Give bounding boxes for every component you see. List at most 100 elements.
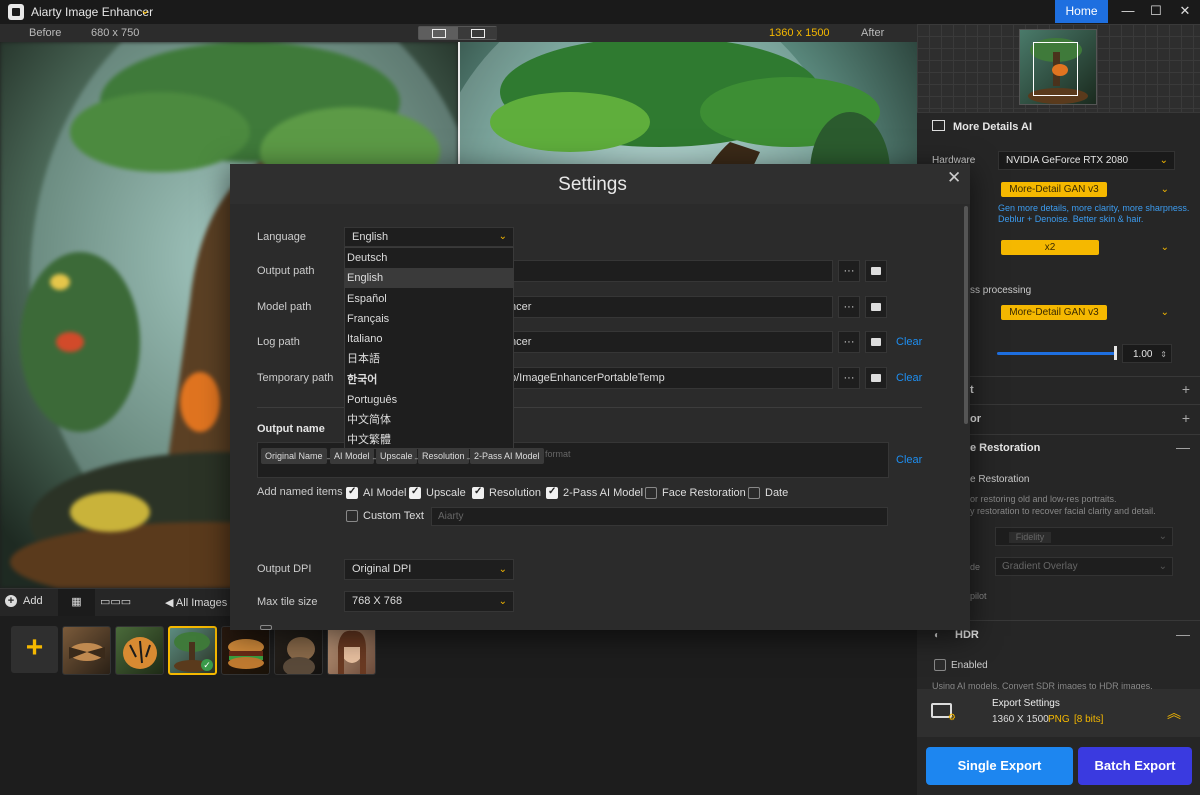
partial-checkbox[interactable] bbox=[260, 625, 272, 630]
chevron-down-icon: ⌄ bbox=[1160, 307, 1169, 318]
language-option-chinese-traditional[interactable]: 中文繁體 bbox=[345, 430, 513, 450]
language-option-english[interactable]: English bbox=[345, 268, 513, 288]
resolution-checkbox[interactable] bbox=[472, 486, 484, 499]
mode-select[interactable]: Gradient Overlay ⌄ bbox=[995, 557, 1173, 576]
token-upscale[interactable]: Upscale bbox=[376, 448, 417, 464]
language-option-italiano[interactable]: Italiano bbox=[345, 329, 513, 349]
thumbnail-image[interactable] bbox=[221, 626, 270, 675]
language-option-japanese[interactable]: 日本語 bbox=[345, 349, 513, 369]
max-tile-label: Max tile size bbox=[257, 596, 318, 608]
single-export-button[interactable]: Single Export bbox=[926, 747, 1073, 785]
navigator-thumbnail[interactable] bbox=[1019, 29, 1097, 105]
filmstrip-view-icon[interactable]: ▭▭▭ bbox=[100, 595, 131, 608]
max-tile-select[interactable]: 768 X 768 ⌄ bbox=[344, 591, 514, 612]
date-checkbox[interactable] bbox=[748, 487, 760, 499]
export-settings-bar[interactable]: Export Settings 1360 X 1500 PNG [8 bits]… bbox=[917, 689, 1200, 737]
browse-log-button[interactable]: ··· bbox=[838, 331, 860, 353]
language-option-deutsch[interactable]: Deutsch bbox=[345, 248, 513, 268]
token-original-name[interactable]: Original Name bbox=[261, 448, 327, 464]
browse-model-button[interactable]: ··· bbox=[838, 296, 860, 318]
second-model-select[interactable]: More-Detail GAN v3 ⌄ bbox=[998, 304, 1175, 323]
browse-temp-button[interactable]: ··· bbox=[838, 367, 860, 389]
expand-plus-icon[interactable]: + bbox=[1182, 410, 1190, 426]
clear-temp-link[interactable]: Clear bbox=[896, 372, 922, 384]
single-view-icon[interactable] bbox=[419, 27, 458, 39]
export-format: PNG bbox=[1048, 714, 1070, 725]
two-pass-checkbox[interactable] bbox=[546, 486, 558, 499]
browse-output-button[interactable]: ··· bbox=[838, 260, 860, 282]
output-dpi-label: Output DPI bbox=[257, 563, 312, 575]
all-images-label: All Images bbox=[175, 597, 228, 609]
chevron-down-icon: ⌄ bbox=[1158, 561, 1167, 572]
scale-value: x2 bbox=[1001, 240, 1099, 255]
hdr-enabled-checkbox[interactable] bbox=[934, 659, 946, 671]
scale-select[interactable]: x2 ⌄ bbox=[998, 239, 1175, 258]
folder-icon[interactable] bbox=[865, 260, 887, 282]
custom-text-checkbox[interactable] bbox=[346, 510, 358, 522]
collapse-minus-icon[interactable]: — bbox=[1176, 439, 1190, 455]
thumbnail-image[interactable] bbox=[115, 626, 164, 675]
add-images-button[interactable]: + Add bbox=[5, 595, 43, 607]
view-mode-toggle[interactable] bbox=[418, 26, 497, 40]
folder-icon[interactable] bbox=[865, 331, 887, 353]
stepper-icon[interactable]: ⇕ bbox=[1160, 345, 1167, 364]
all-images-button[interactable]: ◀ All Images bbox=[165, 596, 227, 609]
language-option-korean[interactable]: 한국어 bbox=[345, 370, 513, 390]
chevron-down-icon: ⌄ bbox=[498, 596, 507, 607]
add-image-tile[interactable]: + bbox=[11, 626, 58, 673]
hdr-toggle-icon[interactable]: ◐ bbox=[934, 630, 940, 641]
batch-export-button[interactable]: Batch Export bbox=[1078, 747, 1192, 785]
split-view-icon[interactable] bbox=[458, 27, 497, 39]
token-2pass-model[interactable]: 2-Pass AI Model bbox=[470, 448, 544, 464]
title-bar: Aiarty Image Enhancer ⌄ Home — ☐ ✕ bbox=[0, 0, 1200, 24]
thumbnail-image[interactable] bbox=[327, 626, 376, 675]
two-pass-checkbox-label: 2-Pass AI Model bbox=[563, 487, 644, 499]
close-icon[interactable]: ✕ bbox=[947, 168, 961, 188]
minimize-icon[interactable]: — bbox=[1117, 2, 1139, 20]
clear-output-name-link[interactable]: Clear bbox=[896, 454, 922, 466]
grid-view-icon[interactable]: ▦ bbox=[58, 589, 95, 616]
export-settings-title: Export Settings bbox=[992, 698, 1060, 709]
output-dpi-select[interactable]: Original DPI ⌄ bbox=[344, 559, 514, 580]
enhance-section-icon bbox=[932, 120, 945, 131]
language-select[interactable]: English ⌄ bbox=[344, 227, 514, 247]
language-option-francais[interactable]: Français bbox=[345, 309, 513, 329]
hdr-enabled-label: Enabled bbox=[951, 660, 988, 671]
upscale-checkbox[interactable] bbox=[409, 486, 421, 499]
hardware-select[interactable]: NVIDIA GeForce RTX 2080 ⌄ bbox=[998, 151, 1175, 170]
settings-dialog: Settings ✕ Language English ⌄ Output pat… bbox=[230, 164, 970, 630]
ai-model-checkbox[interactable] bbox=[346, 486, 358, 499]
viewport-frame[interactable] bbox=[1033, 42, 1078, 96]
token-ai-model[interactable]: AI Model bbox=[330, 448, 374, 464]
strength-slider[interactable] bbox=[997, 352, 1115, 355]
thumbnail-image-selected[interactable]: ✓ bbox=[168, 626, 217, 675]
home-button[interactable]: Home bbox=[1055, 0, 1108, 23]
thumbnail-image[interactable] bbox=[274, 626, 323, 675]
face-restoration-checkbox[interactable] bbox=[645, 487, 657, 499]
add-named-items-label: Add named items bbox=[257, 486, 343, 498]
double-chevron-up-icon[interactable]: ︽ bbox=[1167, 703, 1181, 723]
language-option-chinese-simplified[interactable]: 中文简体 bbox=[345, 410, 513, 430]
language-option-espanol[interactable]: Español bbox=[345, 289, 513, 309]
custom-text-input[interactable]: Aiarty bbox=[431, 507, 888, 526]
navigator-preview[interactable] bbox=[917, 24, 1200, 112]
settings-scrollbar[interactable] bbox=[964, 206, 968, 424]
strength-slider-handle[interactable] bbox=[1114, 346, 1117, 360]
thumbnail-image[interactable] bbox=[62, 626, 111, 675]
strength-input[interactable]: 1.00 ⇕ bbox=[1122, 344, 1172, 363]
folder-icon[interactable] bbox=[865, 296, 887, 318]
app-menu-chevron-icon[interactable]: ⌄ bbox=[140, 3, 150, 17]
language-option-portugues[interactable]: Português bbox=[345, 390, 513, 410]
folder-icon[interactable] bbox=[865, 367, 887, 389]
resolution-checkbox-label: Resolution bbox=[489, 487, 541, 499]
clear-log-link[interactable]: Clear bbox=[896, 336, 922, 348]
close-icon[interactable]: ✕ bbox=[1174, 2, 1196, 20]
after-label: After bbox=[861, 27, 885, 39]
fidelity-select[interactable]: Fidelity ⌄ bbox=[995, 527, 1173, 546]
model-description-1: Gen more details, more clarity, more sha… bbox=[998, 203, 1190, 213]
maximize-icon[interactable]: ☐ bbox=[1145, 2, 1167, 20]
model-select[interactable]: More-Detail GAN v3 ⌄ bbox=[998, 181, 1175, 200]
token-resolution[interactable]: Resolution bbox=[418, 448, 469, 464]
expand-plus-icon[interactable]: + bbox=[1182, 381, 1190, 397]
collapse-minus-icon[interactable]: — bbox=[1176, 626, 1190, 642]
